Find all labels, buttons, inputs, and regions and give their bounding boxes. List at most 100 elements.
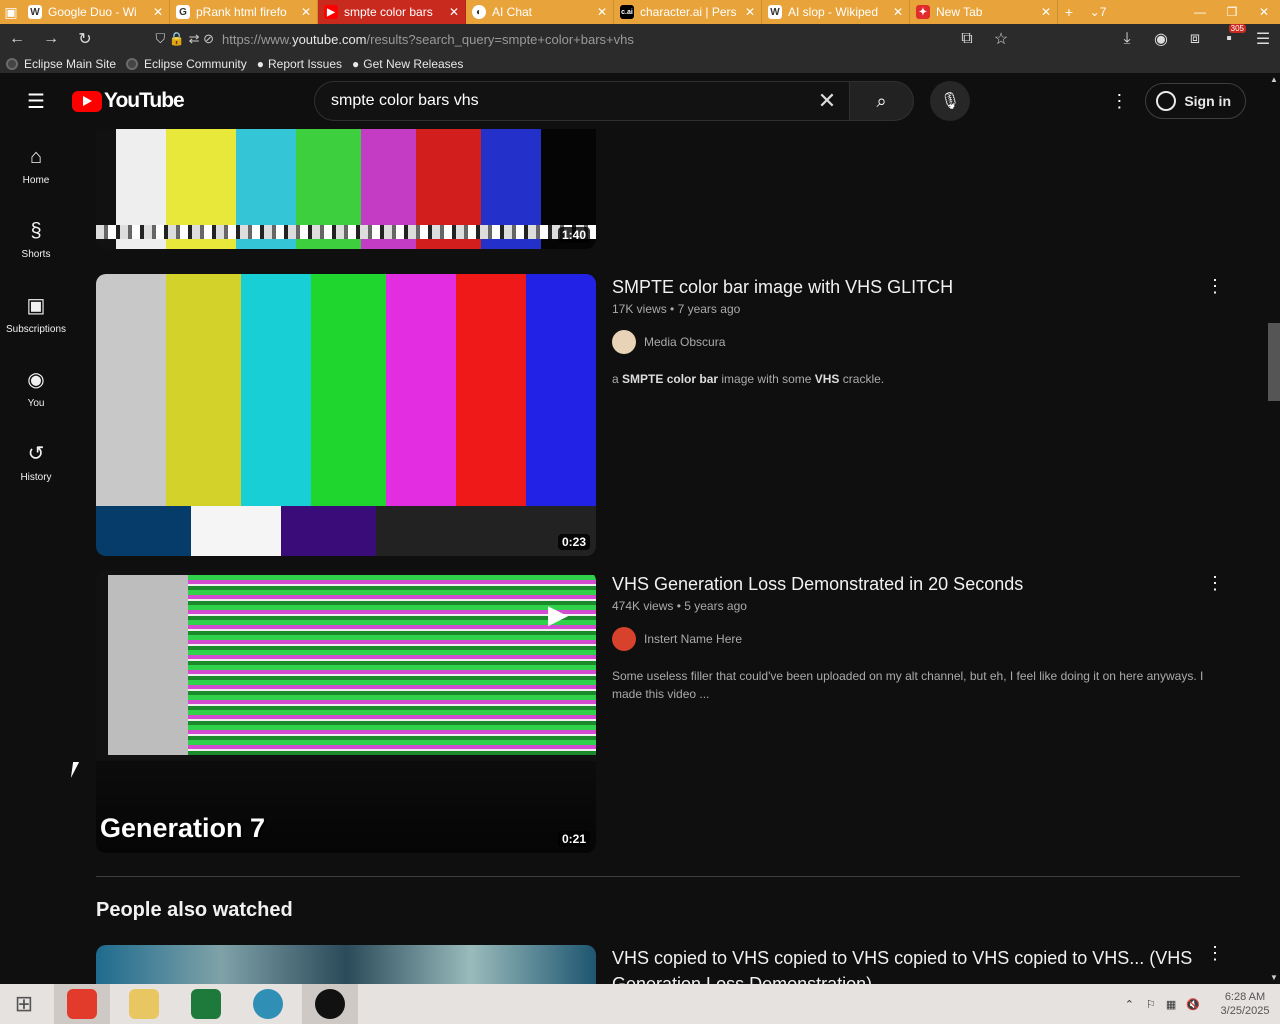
video-info: VHS copied to VHS copied to VHS copied t… <box>612 945 1212 984</box>
duration-badge: 0:23 <box>557 534 590 550</box>
video-title[interactable]: SMPTE color bar image with VHS GLITCH <box>612 274 1222 300</box>
bookmark-label: Eclipse Main Site <box>24 56 117 71</box>
video-meta: 17K views • 7 years ago <box>612 302 741 316</box>
close-icon[interactable]: ✕ <box>449 5 459 19</box>
minimize-icon[interactable]: — <box>1184 0 1216 24</box>
url-path: /results?search_query=smpte+color+bars+v… <box>366 31 634 47</box>
forward-icon[interactable]: → <box>34 24 68 54</box>
folder-icon <box>129 989 159 1019</box>
settings-kebab-icon[interactable]: ⋮ <box>1099 91 1139 112</box>
pluge-bars <box>96 506 596 556</box>
video-title[interactable]: VHS Generation Loss Demonstrated in 20 S… <box>612 571 1222 597</box>
tray-chevron-icon[interactable]: ⌃ <box>1125 998 1134 1011</box>
video-result[interactable]: ▶ Generation 7 0:21 VHS Generation Loss … <box>96 571 1246 853</box>
browser-tab[interactable]: W Google Duo - Wi ✕ <box>22 0 170 24</box>
extensions-icon[interactable]: ⧈ <box>1178 24 1212 54</box>
bookmark-item[interactable]: Eclipse Main Site <box>6 57 116 71</box>
close-icon[interactable]: ✕ <box>1041 5 1051 19</box>
clock[interactable]: 6:28 AM 3/25/2025 <box>1210 990 1280 1018</box>
bookmark-item[interactable]: Eclipse Community <box>126 57 247 71</box>
sidebar-item-history[interactable]: ↺ History <box>0 425 72 499</box>
scroll-down-icon[interactable]: ▼ <box>1270 973 1278 982</box>
tab-list-icon[interactable]: ▣ <box>0 0 22 24</box>
video-options-kebab-icon[interactable]: ⋮ <box>1206 573 1224 594</box>
video-result[interactable]: VHS copied to VHS copied to VHS copied t… <box>96 943 1246 984</box>
sign-in-button[interactable]: Sign in <box>1145 83 1246 119</box>
new-tab-button[interactable]: + <box>1058 0 1080 24</box>
tab-title: Google Duo - Wi <box>48 5 137 19</box>
bookmark-item[interactable]: ● Report Issues <box>257 57 342 71</box>
browser-tab[interactable]: ◐ AI Chat ✕ <box>466 0 614 24</box>
bookmark-item[interactable]: ● Get New Releases <box>352 57 463 71</box>
sidebar-item-shorts[interactable]: § Shorts <box>0 203 72 277</box>
tab-overflow-button[interactable]: ⌄ 7 <box>1080 0 1116 24</box>
video-options-kebab-icon[interactable]: ⋮ <box>1206 943 1224 964</box>
close-window-icon[interactable]: ✕ <box>1248 0 1280 24</box>
clock-time: 6:28 AM <box>1224 991 1266 1003</box>
close-icon[interactable]: ✕ <box>597 5 607 19</box>
youtube-logo[interactable]: YouTube <box>72 89 314 113</box>
channel-link[interactable]: Instert Name Here <box>612 627 1222 651</box>
taskbar-eclipse[interactable] <box>302 984 358 1024</box>
browser-tab[interactable]: c.ai character.ai | Pers ✕ <box>614 0 762 24</box>
close-icon[interactable]: ✕ <box>745 5 755 19</box>
close-icon[interactable]: ✕ <box>153 5 163 19</box>
picture-in-picture-icon[interactable]: ⧉ <box>950 24 984 54</box>
video-thumbnail[interactable]: ▶ Generation 7 0:21 <box>96 571 596 853</box>
logo-text: YouTube <box>104 89 185 112</box>
sidebar-item-subscriptions[interactable]: ▣ Subscriptions <box>0 277 72 351</box>
scroll-up-icon[interactable]: ▲ <box>1270 75 1278 84</box>
browser-tab-bar: ▣ W Google Duo - Wi ✕ GpRank html firefo ✕ … <box>0 0 1280 24</box>
sidebar-item-you[interactable]: ◉ You <box>0 351 72 425</box>
restore-icon[interactable]: ❐ <box>1216 0 1248 24</box>
search-button[interactable]: ⌕ <box>850 81 914 121</box>
video-thumbnail[interactable]: 1:40 <box>96 129 596 249</box>
download-icon[interactable]: ⤓ <box>1110 24 1144 54</box>
sidebar-item-home[interactable]: ⌂ Home <box>0 129 72 203</box>
menu-icon[interactable]: ☰ <box>1246 24 1280 54</box>
url-bar[interactable]: https://www. youtube.com/results?search_q… <box>222 24 950 54</box>
extension-badge-icon[interactable]: ▪ 305 <box>1212 24 1246 54</box>
browser-tab[interactable]: GpRank html firefo ✕ <box>170 0 318 24</box>
volume-muted-icon[interactable]: 🔇 <box>1186 998 1200 1011</box>
close-icon[interactable]: ✕ <box>301 5 311 19</box>
youtube-play-icon <box>72 90 102 112</box>
browser-tab[interactable]: ✦ New Tab ✕ <box>910 0 1058 24</box>
video-thumbnail[interactable]: 0:23 <box>96 274 596 556</box>
video-result[interactable]: 0:23 SMPTE color bar image with VHS GLIT… <box>96 274 1246 556</box>
account-icon[interactable]: ◉ <box>1144 24 1178 54</box>
browser-tab[interactable]: W AI slop - Wikiped ✕ <box>762 0 910 24</box>
url-host: youtube.com <box>292 31 367 47</box>
taskbar-globe-app[interactable] <box>240 984 296 1024</box>
browser-nav-bar: ← → ↻ ⛉ 🔒 ⇄ ⊘ https://www. youtube.com/re… <box>0 24 1280 54</box>
thumbnail-caption: Generation 7 <box>100 813 266 843</box>
flag-icon[interactable]: ⚐ <box>1146 998 1156 1011</box>
security-icons[interactable]: ⛉ 🔒 ⇄ ⊘ <box>102 24 222 54</box>
video-options-kebab-icon[interactable]: ⋮ <box>1206 276 1224 297</box>
section-divider <box>96 876 1240 877</box>
back-icon[interactable]: ← <box>0 24 34 54</box>
page-scrollbar[interactable]: ▲ ▼ <box>1268 73 1280 984</box>
channel-link[interactable]: Media Obscura <box>612 330 1222 354</box>
voice-search-button[interactable]: 🎙 <box>930 81 970 121</box>
clear-search-icon[interactable]: ✕ <box>805 88 849 114</box>
close-icon[interactable]: ✕ <box>893 5 903 19</box>
reload-icon[interactable]: ↻ <box>68 24 102 54</box>
video-thumbnail[interactable] <box>96 945 596 984</box>
video-result[interactable]: 1:40 <box>96 129 1246 259</box>
duration-badge: 1:40 <box>557 227 590 243</box>
bookmark-star-icon[interactable]: ☆ <box>984 24 1018 54</box>
scrollbar-thumb[interactable] <box>1268 323 1280 401</box>
start-button[interactable]: ⊞ <box>0 984 48 1024</box>
taskbar-firefox[interactable] <box>54 984 110 1024</box>
hamburger-menu-icon[interactable]: ☰ <box>0 73 72 129</box>
sign-in-label: Sign in <box>1184 93 1231 109</box>
video-title[interactable]: VHS copied to VHS copied to VHS copied t… <box>612 945 1212 984</box>
windows-logo-icon: ⊞ <box>14 991 34 1016</box>
browser-tab-active[interactable]: ▶ smpte color bars ✕ <box>318 0 466 24</box>
network-icon[interactable]: ▦ <box>1166 998 1176 1011</box>
taskbar-file-explorer[interactable] <box>116 984 172 1024</box>
search-input[interactable]: smpte color bars vhs ✕ <box>314 81 850 121</box>
system-tray: ⌃ ⚐ ▦ 🔇 6:28 AM 3/25/2025 <box>1125 990 1280 1018</box>
taskbar-excel[interactable] <box>178 984 234 1024</box>
